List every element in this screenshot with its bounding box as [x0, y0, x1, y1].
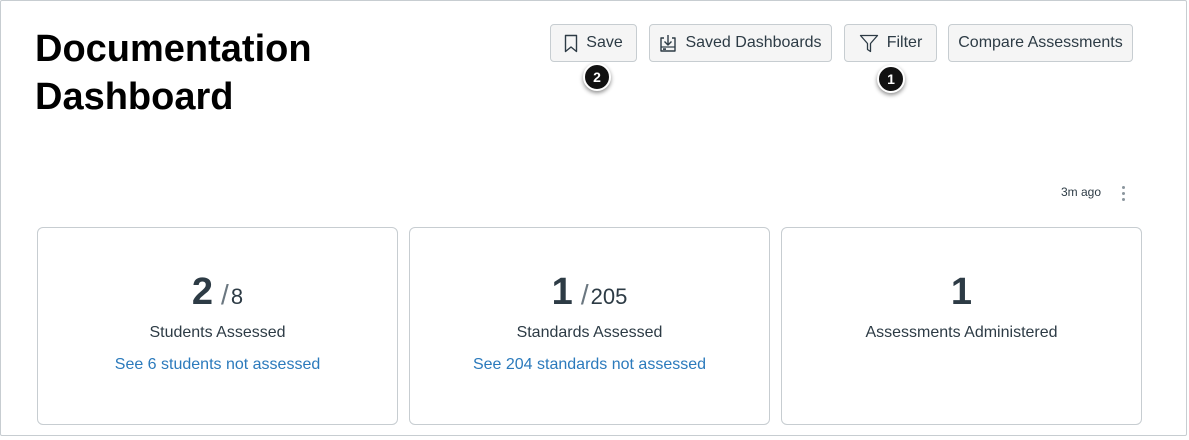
- filter-icon: [859, 34, 879, 53]
- students-assessed-metric: 2 / 8: [38, 270, 397, 314]
- metric-divider: /: [580, 279, 589, 310]
- save-button-label: Save: [586, 34, 623, 51]
- students-assessed-label: Students Assessed: [149, 324, 286, 341]
- assessments-administered-card: 1 Assessments Administered: [781, 227, 1142, 425]
- standards-assessed-label: Standards Assessed: [516, 324, 663, 341]
- saved-dashboards-label: Saved Dashboards: [685, 34, 822, 51]
- compare-assessments-button[interactable]: Compare Assessments: [948, 24, 1133, 62]
- kebab-menu-icon[interactable]: [1115, 182, 1131, 204]
- standards-not-assessed-link[interactable]: See 204 standards not assessed: [410, 356, 769, 374]
- callout-badge-save: 2: [583, 63, 611, 91]
- assessments-administered-metric: 1: [782, 270, 1141, 314]
- page-title: Documentation Dashboard: [35, 28, 312, 118]
- standards-assessed-count: 1: [551, 271, 573, 313]
- students-assessed-card: 2 / 8 Students Assessed See 6 students n…: [37, 227, 398, 425]
- callout-badge-filter: 1: [877, 65, 905, 93]
- filter-button[interactable]: Filter: [844, 24, 937, 62]
- compare-assessments-label: Compare Assessments: [958, 34, 1123, 51]
- saved-dashboards-button[interactable]: Saved Dashboards: [649, 24, 832, 62]
- filter-button-label: Filter: [886, 34, 923, 51]
- download-box-icon: [659, 34, 677, 53]
- bookmark-icon: [564, 34, 578, 53]
- students-assessed-count: 2: [191, 271, 214, 313]
- students-total-count: 8: [230, 284, 244, 309]
- save-button[interactable]: Save: [550, 24, 637, 62]
- assessments-administered-count: 1: [950, 271, 973, 313]
- last-updated-text: 3m ago: [1060, 185, 1101, 199]
- students-not-assessed-link[interactable]: See 6 students not assessed: [38, 356, 397, 374]
- dashboard-frame: Documentation Dashboard Save Saved Dashb…: [0, 0, 1187, 436]
- metric-divider: /: [221, 279, 229, 310]
- standards-total-count: 205: [590, 284, 628, 309]
- standards-assessed-card: 1 / 205 Standards Assessed See 204 stand…: [409, 227, 770, 425]
- assessments-administered-label: Assessments Administered: [865, 324, 1058, 341]
- standards-assessed-metric: 1 / 205: [410, 270, 769, 314]
